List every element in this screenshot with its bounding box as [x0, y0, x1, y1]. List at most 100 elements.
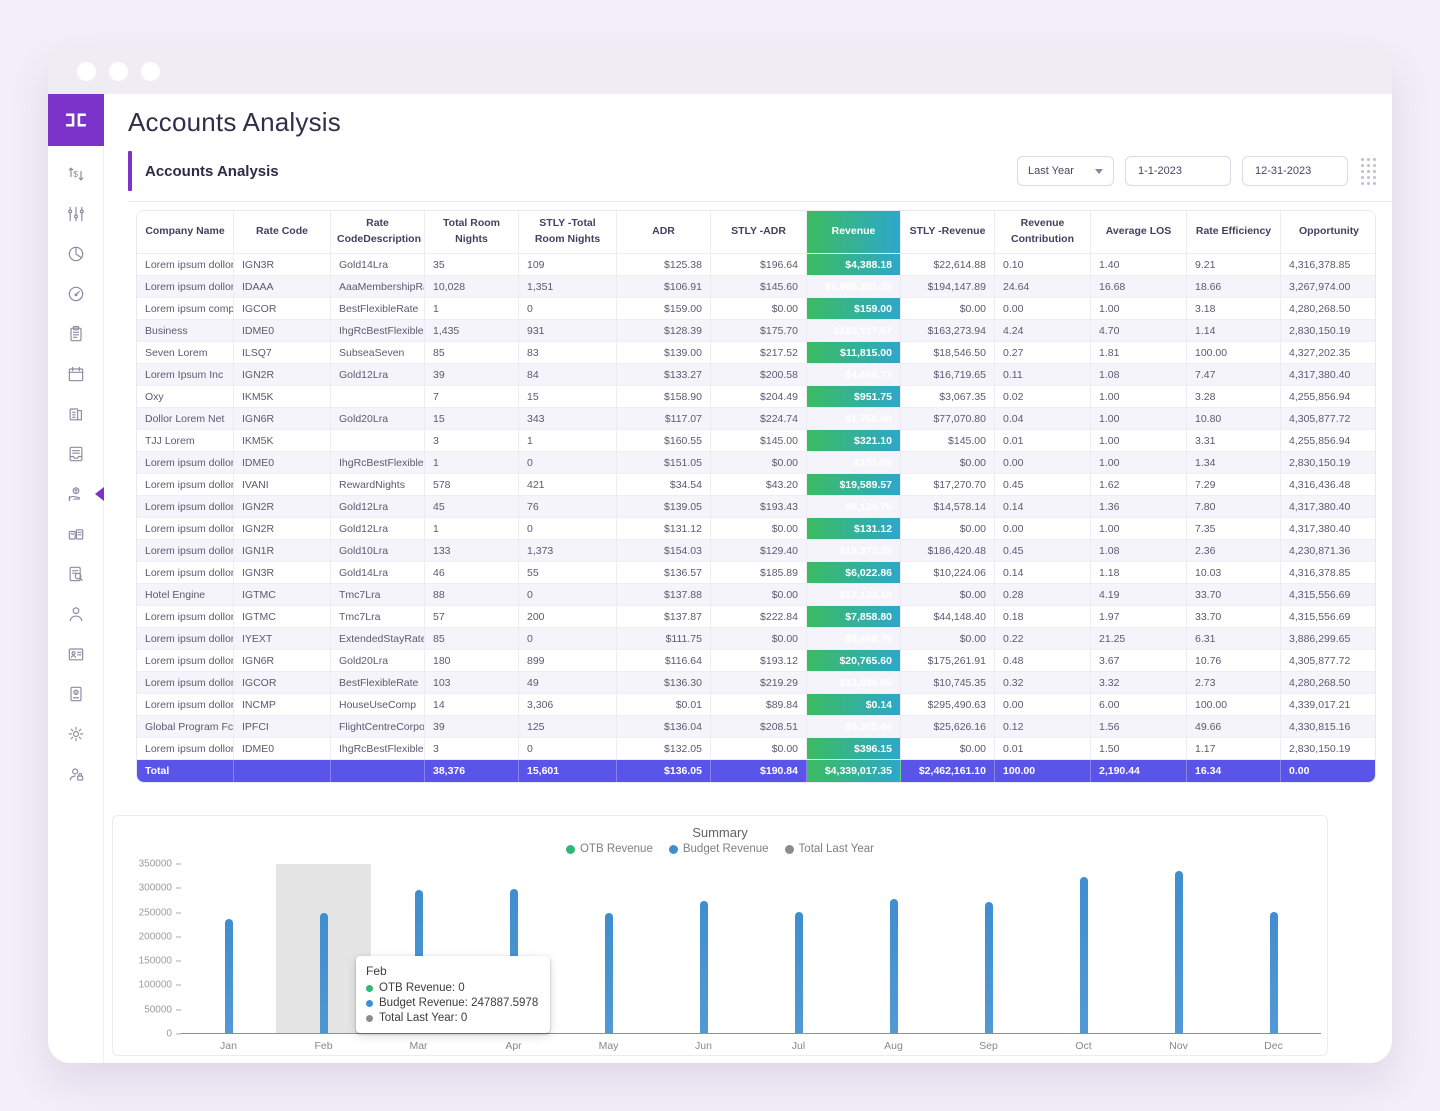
sidebar-item-inbox-doc[interactable] — [48, 434, 103, 474]
sidebar-item-gear[interactable] — [48, 714, 103, 754]
sidebar-item-clipboard[interactable] — [48, 314, 103, 354]
table-cell: 0 — [519, 584, 617, 606]
chart-slot-jun[interactable] — [656, 864, 751, 1033]
bar-feb[interactable] — [320, 913, 328, 1033]
table-cell: $321.10 — [807, 430, 901, 452]
table-cell: Lorem ipsum dollor — [137, 628, 234, 650]
table-cell: 0.02 — [995, 386, 1091, 408]
sidebar-item-pie-chart[interactable] — [48, 234, 103, 274]
legend-dot — [785, 845, 794, 854]
sidebar-item-user[interactable] — [48, 594, 103, 634]
svg-text:$: $ — [73, 169, 78, 179]
legend-item[interactable]: Total Last Year — [785, 843, 874, 855]
table-cell: 421 — [519, 474, 617, 496]
chart-slot-jul[interactable] — [751, 864, 846, 1033]
tooltip-line: Total Last Year: 0 — [366, 1012, 538, 1024]
sidebar-item-hand-coin[interactable] — [48, 474, 103, 514]
table-cell: 18.66 — [1187, 276, 1281, 298]
bar-nov[interactable] — [1175, 871, 1183, 1033]
table-cell: $129.40 — [711, 540, 807, 562]
chart-slot-oct[interactable] — [1036, 864, 1131, 1033]
chart-slot-aug[interactable] — [846, 864, 941, 1033]
table-cell: 100.00 — [1187, 342, 1281, 364]
tooltip-lines: OTB Revenue: 0Budget Revenue: 247887.597… — [366, 982, 538, 1024]
table-cell: 0.01 — [995, 738, 1091, 760]
table-cell: 55 — [519, 562, 617, 584]
start-date-input[interactable] — [1136, 164, 1220, 178]
sidebar-item-calendar[interactable] — [48, 354, 103, 394]
y-axis-label: 150000 — [139, 956, 181, 967]
table-cell: $219.29 — [711, 672, 807, 694]
table-cell: $34.54 — [617, 474, 711, 496]
legend-item[interactable]: OTB Revenue — [566, 843, 653, 855]
bar-dec[interactable] — [1270, 912, 1278, 1033]
table-cell: $132.05 — [617, 738, 711, 760]
bar-oct[interactable] — [1080, 877, 1088, 1033]
table-cell: $117.07 — [617, 408, 711, 430]
table-cell: $295,490.63 — [901, 694, 995, 716]
legend-item[interactable]: Budget Revenue — [669, 843, 769, 855]
x-axis-label: Apr — [466, 1040, 561, 1052]
table-cell: 88 — [425, 584, 519, 606]
table-cell: 0.00 — [995, 298, 1091, 320]
table-header-cell: Revenue — [807, 211, 901, 254]
sidebar-item-documents[interactable] — [48, 394, 103, 434]
chart-slot-dec[interactable] — [1226, 864, 1321, 1033]
table-cell: 0 — [519, 298, 617, 320]
sidebar-item-id-card[interactable] — [48, 634, 103, 674]
end-date-input[interactable] — [1253, 164, 1337, 178]
x-axis: JanFebMarAprMayJunJulAugSepOctNovDec — [181, 1040, 1321, 1052]
table-cell: Gold12Lra — [331, 496, 425, 518]
table-cell: Dollor Lorem Net — [137, 408, 234, 430]
chart-slot-jan[interactable] — [181, 864, 276, 1033]
table-cell: 4,339,017.21 — [1281, 694, 1376, 716]
table-cell: $43.20 — [711, 474, 807, 496]
table-cell: 33.70 — [1187, 606, 1281, 628]
table-cell: 1.18 — [1091, 562, 1187, 584]
chart-slot-may[interactable] — [561, 864, 656, 1033]
table-cell: $204.49 — [711, 386, 807, 408]
table-cell: $7,858.80 — [807, 606, 901, 628]
table-cell: IhgRcBestFlexible — [331, 320, 425, 342]
table-cell: Gold12Lra — [331, 364, 425, 386]
sidebar-item-cash-stack[interactable] — [48, 514, 103, 554]
table-cell: $0.00 — [711, 298, 807, 320]
bar-jun[interactable] — [700, 901, 708, 1033]
table-cell: 0.18 — [995, 606, 1091, 628]
table-cell: 49 — [519, 672, 617, 694]
table-cell: 1.08 — [1091, 540, 1187, 562]
bar-jul[interactable] — [795, 912, 803, 1033]
sidebar-item-info-doc[interactable] — [48, 674, 103, 714]
drag-handle-icon[interactable] — [1361, 158, 1376, 185]
sidebar-item-user-lock[interactable] — [48, 754, 103, 794]
sidebar-item-report-search[interactable] — [48, 554, 103, 594]
table-cell: 4,316,378.85 — [1281, 254, 1376, 276]
table-cell: 4,316,378.85 — [1281, 562, 1376, 584]
table-cell: Lorem ipsum dollor — [137, 694, 234, 716]
sidebar-item-sliders[interactable] — [48, 194, 103, 234]
range-select[interactable]: Last Year — [1017, 156, 1114, 186]
bar-sep[interactable] — [985, 902, 993, 1033]
sidebar: $ — [48, 94, 104, 1063]
sidebar-item-gauge[interactable] — [48, 274, 103, 314]
y-axis: 0500001000001500002000002500003000003500… — [113, 864, 181, 1034]
app-logo[interactable] — [48, 94, 104, 146]
sliders-icon — [66, 204, 86, 224]
sidebar-item-price-arrows[interactable]: $ — [48, 154, 103, 194]
table-cell: 3 — [425, 430, 519, 452]
table-row: BusinessIDME0IhgRcBestFlexible1,435931$1… — [137, 320, 1376, 342]
chart-slot-sep[interactable] — [941, 864, 1036, 1033]
bar-aug[interactable] — [890, 899, 898, 1033]
table-cell: $3,067.35 — [901, 386, 995, 408]
window-titlebar — [48, 48, 1392, 94]
window-control-dot[interactable] — [109, 62, 128, 81]
table-cell: $208.51 — [711, 716, 807, 738]
total-row: Total38,37615,601$136.05$190.84$4,339,01… — [137, 760, 1376, 782]
window-control-dot[interactable] — [141, 62, 160, 81]
clipboard-icon — [66, 324, 86, 344]
bar-may[interactable] — [605, 913, 613, 1033]
chart-slot-nov[interactable] — [1131, 864, 1226, 1033]
window-control-dot[interactable] — [77, 62, 96, 81]
bar-jan[interactable] — [225, 919, 233, 1033]
table-cell: Business — [137, 320, 234, 342]
